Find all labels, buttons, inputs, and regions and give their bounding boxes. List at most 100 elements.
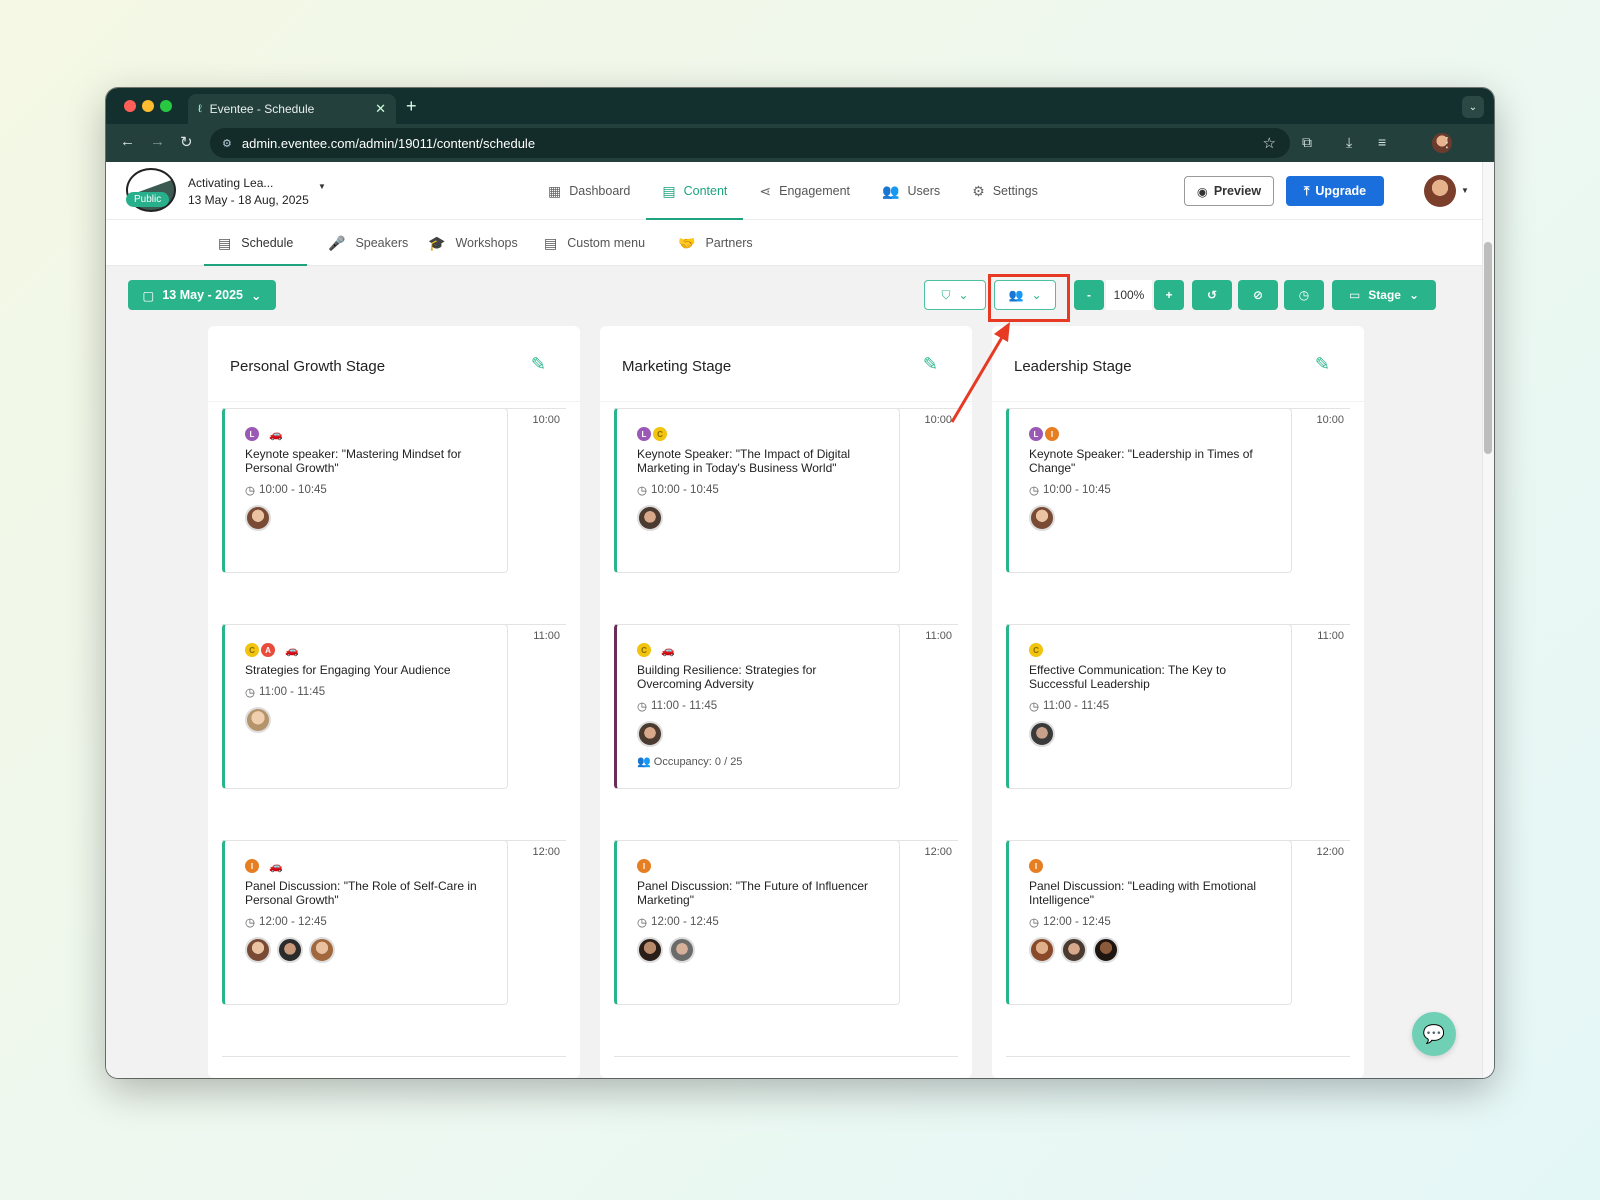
speaker-avatar[interactable] xyxy=(1029,505,1055,531)
nav-settings[interactable]: ⚙ Settings xyxy=(956,162,1054,220)
edit-pencil-icon[interactable]: ✎ xyxy=(923,354,938,375)
maximize-window-button[interactable] xyxy=(160,100,172,112)
tag-icon: ⛉ xyxy=(941,287,951,302)
hide-button[interactable]: ⊘ xyxy=(1238,280,1278,310)
speaker-avatar[interactable] xyxy=(245,707,271,733)
zoom-out-button[interactable]: - xyxy=(1074,280,1104,310)
extensions-icon[interactable]: ⧉ xyxy=(1302,134,1312,151)
graduation-cap-icon: 🎓 xyxy=(428,234,446,251)
speaker-avatar[interactable] xyxy=(637,505,663,531)
session-card[interactable]: I 🚗 Panel Discussion: "The Role of Self-… xyxy=(222,840,508,1005)
session-tags: L C xyxy=(637,425,879,443)
menu-kebab-icon[interactable]: ⋮ xyxy=(1440,134,1454,151)
session-card[interactable]: C A 🚗 Strategies for Engaging Your Audie… xyxy=(222,624,508,789)
speaker-avatar[interactable] xyxy=(245,937,271,963)
upgrade-label: Upgrade xyxy=(1315,184,1367,198)
session-time: ◷ 10:00 - 10:45 xyxy=(245,483,487,497)
subnav-workshops[interactable]: 🎓 Workshops xyxy=(428,220,518,266)
session-card[interactable]: L 🚗 Keynote speaker: "Mastering Mindset … xyxy=(222,408,508,573)
speaker-avatar[interactable] xyxy=(1061,937,1087,963)
nav-users[interactable]: 👥 Users xyxy=(866,162,956,220)
speaker-avatar[interactable] xyxy=(1029,937,1055,963)
slot-time: 10:00 xyxy=(532,414,560,426)
chevron-down-icon: ⌄ xyxy=(250,288,262,303)
speaker-avatar[interactable] xyxy=(637,937,663,963)
session-time: ◷ 12:00 - 12:45 xyxy=(245,915,487,929)
new-tab-icon[interactable]: + xyxy=(406,96,417,117)
date-label: 13 May - 2025 xyxy=(162,288,243,302)
tag-badge: A xyxy=(261,643,275,657)
forward-icon[interactable]: → xyxy=(150,133,165,150)
session-card[interactable]: C Effective Communication: The Key to Su… xyxy=(1006,624,1292,789)
occupancy-value: Occupancy: 0 / 25 xyxy=(653,756,743,768)
session-card[interactable]: L C Keynote Speaker: "The Impact of Digi… xyxy=(614,408,900,573)
car-icon: 🚗 xyxy=(269,860,283,873)
clock-icon: ◷ xyxy=(1029,917,1040,929)
microphone-icon: 🎤 xyxy=(328,234,346,251)
subnav-label: Workshops xyxy=(455,236,518,250)
user-avatar[interactable] xyxy=(1424,175,1456,207)
scroll-thumb[interactable] xyxy=(1484,242,1492,454)
speaker-avatar[interactable] xyxy=(637,721,663,747)
view-mode-dropdown[interactable]: ▭ Stage ⌄ xyxy=(1332,280,1436,310)
media-icon[interactable]: ≡ xyxy=(1378,134,1386,150)
nav-dashboard[interactable]: ▦ Dashboard xyxy=(532,162,646,220)
session-card[interactable]: L I Keynote Speaker: "Leadership in Time… xyxy=(1006,408,1292,573)
edit-pencil-icon[interactable]: ✎ xyxy=(1315,354,1330,375)
speaker-avatar[interactable] xyxy=(1093,937,1119,963)
history-button[interactable]: ↺ xyxy=(1192,280,1232,310)
speaker-avatar[interactable] xyxy=(1029,721,1055,747)
subnav-label: Custom menu xyxy=(567,236,646,250)
session-card[interactable]: I Panel Discussion: "The Future of Influ… xyxy=(614,840,900,1005)
nav-label: Users xyxy=(907,184,941,198)
subnav-schedule[interactable]: ▤ Schedule xyxy=(203,220,308,266)
session-title: Keynote Speaker: "Leadership in Times of… xyxy=(1029,447,1253,475)
tab-search-icon[interactable]: ⌄ xyxy=(1462,96,1484,118)
tag-badge: C xyxy=(653,427,667,441)
back-icon[interactable]: ← xyxy=(120,133,135,150)
session-card[interactable]: I Panel Discussion: "Leading with Emotio… xyxy=(1006,840,1292,1005)
subnav-speakers[interactable]: 🎤 Speakers xyxy=(328,220,408,266)
chat-support-button[interactable]: 💬 xyxy=(1412,1012,1456,1056)
slot-time: 10:00 xyxy=(924,414,952,426)
session-tags: C A 🚗 xyxy=(245,641,487,659)
calendar-icon: ▢ xyxy=(142,288,155,303)
speaker-avatar[interactable] xyxy=(309,937,335,963)
session-tags: C 🚗 xyxy=(637,641,879,659)
gear-icon: ⚙ xyxy=(972,182,985,199)
minimize-window-button[interactable] xyxy=(142,100,154,112)
speaker-avatar[interactable] xyxy=(245,505,271,531)
bookmark-star-icon[interactable]: ☆ xyxy=(1263,134,1276,152)
session-title: Keynote Speaker: "The Impact of Digital … xyxy=(637,447,851,475)
edit-pencil-icon[interactable]: ✎ xyxy=(531,354,546,375)
zoom-in-button[interactable]: + xyxy=(1154,280,1184,310)
close-window-button[interactable] xyxy=(124,100,136,112)
speaker-avatar[interactable] xyxy=(277,937,303,963)
nav-content[interactable]: ▤ Content xyxy=(646,162,744,220)
subnav-partners[interactable]: 🤝 Partners xyxy=(678,220,753,266)
subnav-custom-menu[interactable]: ▤ Custom menu xyxy=(544,220,645,266)
nav-engagement[interactable]: ⋖ Engagement xyxy=(743,162,866,220)
user-menu-caret-icon[interactable]: ▼ xyxy=(1461,186,1469,195)
upgrade-button[interactable]: ⤒ Upgrade xyxy=(1286,176,1384,206)
reload-icon[interactable]: ↻ xyxy=(180,133,193,151)
close-tab-icon[interactable]: ✕ xyxy=(375,101,386,117)
subnav-label: Schedule xyxy=(241,236,294,250)
date-selector[interactable]: ▢ 13 May - 2025 ⌄ xyxy=(128,280,276,310)
stage-title: Leadership Stage xyxy=(1014,358,1132,375)
speaker-avatar[interactable] xyxy=(669,937,695,963)
session-card[interactable]: C 🚗 Building Resilience: Strategies for … xyxy=(614,624,900,789)
clock-button[interactable]: ◷ xyxy=(1284,280,1324,310)
page-scrollbar[interactable] xyxy=(1482,162,1494,1078)
event-switch-caret-icon[interactable]: ▼ xyxy=(318,182,326,191)
event-name[interactable]: Activating Lea... xyxy=(188,176,273,190)
tag-filter-dropdown[interactable]: ⛉ ⌄ xyxy=(924,280,986,310)
browser-tab[interactable]: ℓ Eventee - Schedule ✕ xyxy=(188,94,396,124)
address-bar[interactable]: ⚙ admin.eventee.com/admin/19011/content/… xyxy=(210,128,1290,158)
car-icon: 🚗 xyxy=(285,644,299,657)
stage-title: Marketing Stage xyxy=(622,358,732,375)
stage-header: Marketing Stage ✎ xyxy=(600,326,972,402)
download-icon[interactable]: ⤓ xyxy=(1346,134,1352,151)
preview-button[interactable]: ◉ Preview xyxy=(1184,176,1274,206)
site-settings-icon[interactable]: ⚙ xyxy=(222,137,232,150)
